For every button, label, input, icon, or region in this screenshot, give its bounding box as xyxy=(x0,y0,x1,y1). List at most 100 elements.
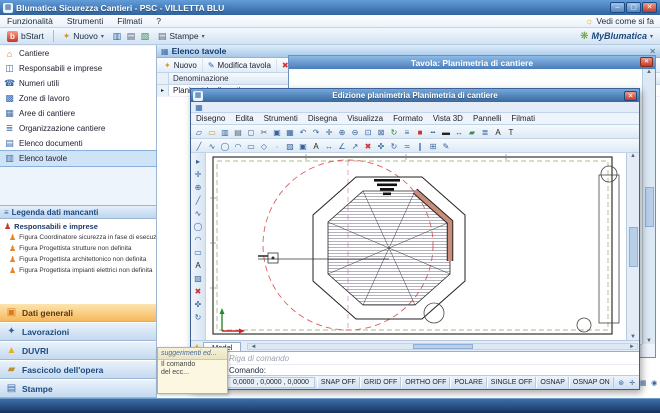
status-icon[interactable]: ◉ xyxy=(649,377,660,388)
sidebar-nav-item[interactable]: ⌂ Cantiere xyxy=(0,46,156,61)
command-input[interactable] xyxy=(269,366,639,375)
myblumatica-link[interactable]: ❋ MyBlumatica ▾ xyxy=(580,31,657,42)
cad-toolbar-icon[interactable]: ↗ xyxy=(349,140,361,152)
cad-toolbar-icon[interactable]: ⊕ xyxy=(336,126,348,138)
status-toggle[interactable]: ORTHO OFF xyxy=(401,377,450,388)
planimetria-icon[interactable]: ▦ xyxy=(193,101,205,113)
toolbar-icon[interactable]: ▥ xyxy=(110,31,124,42)
toolbar-icon[interactable]: ▤ xyxy=(124,31,138,42)
cad-toolbar-icon[interactable]: ∿ xyxy=(206,140,218,152)
sidebar-nav-item[interactable]: ☎ Numeri utili xyxy=(0,76,156,91)
elenco-toolbar-button[interactable]: ✦ Nuovo xyxy=(159,59,203,72)
cad-vertical-scrollbar[interactable]: ▲ ▼ xyxy=(626,153,639,340)
cad-menu-item[interactable]: Edita xyxy=(230,114,258,123)
cad-draw-tool-icon[interactable]: ✖ xyxy=(192,284,204,297)
cad-toolbar-icon[interactable]: ⊠ xyxy=(375,126,387,138)
legend-warning-item[interactable]: ♟ Figura Progettista strutture non defin… xyxy=(0,243,156,254)
cad-toolbar-icon[interactable]: T xyxy=(505,126,517,138)
sidebar-nav-item[interactable]: ▦ Aree di cantiere xyxy=(0,106,156,121)
cad-toolbar-icon[interactable]: ↻ xyxy=(388,126,400,138)
scrollbar-thumb[interactable] xyxy=(629,227,638,267)
sidebar-section-button[interactable]: ▰ Fascicolo dell'opera xyxy=(0,360,156,379)
sidebar-section-button[interactable]: ▤ Stampe xyxy=(0,379,156,398)
menu-item[interactable]: Filmati xyxy=(110,15,149,27)
cad-draw-tool-icon[interactable]: ✛ xyxy=(192,167,204,180)
cad-draw-tool-icon[interactable]: ╱ xyxy=(192,193,204,206)
status-toggle[interactable]: SINGLE OFF xyxy=(487,377,537,388)
cad-toolbar-icon[interactable]: ◇ xyxy=(258,140,270,152)
cad-menu-item[interactable]: Filmati xyxy=(506,114,540,123)
legend-warning-item[interactable]: ♟ Figura Progettista architettonico non … xyxy=(0,254,156,265)
cad-toolbar-icon[interactable]: ▬ xyxy=(440,126,452,138)
scroll-left-icon[interactable]: ◄ xyxy=(250,344,256,350)
cad-toolbar-icon[interactable]: ◻ xyxy=(245,126,257,138)
cad-toolbar-icon[interactable]: ↻ xyxy=(388,140,400,152)
sidebar-nav-item[interactable]: ▤ Elenco documenti xyxy=(0,136,156,151)
cad-toolbar-icon[interactable]: ✖ xyxy=(362,140,374,152)
stampe-button[interactable]: ▤ Stampe ▾ xyxy=(154,30,209,42)
cad-toolbar-icon[interactable]: A xyxy=(492,126,504,138)
status-toggle[interactable]: POLARE xyxy=(450,377,486,388)
cad-toolbar-icon[interactable]: ∙ xyxy=(271,140,283,152)
cad-toolbar-icon[interactable]: ╍ xyxy=(427,126,439,138)
cad-toolbar-icon[interactable]: ∠ xyxy=(336,140,348,152)
nuovo-button[interactable]: ✦ Nuovo ▾ xyxy=(59,30,108,42)
menu-item[interactable]: ? xyxy=(149,15,168,27)
status-toggle[interactable]: OSNAP xyxy=(536,377,569,388)
cad-toolbar-icon[interactable]: ◯ xyxy=(219,140,231,152)
cad-toolbar-icon[interactable]: ↔ xyxy=(323,140,335,152)
menu-item[interactable]: Funzionalità xyxy=(0,15,60,27)
cad-toolbar-icon[interactable]: ▥ xyxy=(219,126,231,138)
cad-draw-tool-icon[interactable]: ▨ xyxy=(192,271,204,284)
cad-toolbar-icon[interactable]: ▦ xyxy=(284,126,296,138)
cad-toolbar-icon[interactable]: ■ xyxy=(414,126,426,138)
cad-draw-tool-icon[interactable]: ↻ xyxy=(192,310,204,323)
cad-draw-tool-icon[interactable]: ▭ xyxy=(192,245,204,258)
scrollbar-thumb[interactable] xyxy=(413,344,473,349)
cad-draw-tool-icon[interactable]: ⊕ xyxy=(192,180,204,193)
cad-toolbar-icon[interactable]: ⊞ xyxy=(427,140,439,152)
cad-toolbar-icon[interactable]: ↷ xyxy=(310,126,322,138)
cad-draw-tool-icon[interactable]: ∿ xyxy=(192,206,204,219)
cad-toolbar-icon[interactable]: ✛ xyxy=(323,126,335,138)
close-button[interactable]: ✕ xyxy=(642,2,657,13)
cad-toolbar-icon[interactable]: ≡ xyxy=(401,126,413,138)
cad-toolbar-icon[interactable]: ▣ xyxy=(271,126,283,138)
cad-menu-item[interactable]: Strumenti xyxy=(259,114,303,123)
cad-draw-tool-icon[interactable]: ◯ xyxy=(192,219,204,232)
cad-toolbar-icon[interactable]: ▤ xyxy=(232,126,244,138)
maximize-button[interactable]: ▢ xyxy=(626,2,641,13)
cad-toolbar-icon[interactable]: ✂ xyxy=(258,126,270,138)
toolbar-icon[interactable]: ▧ xyxy=(138,31,152,42)
sidebar-nav-item[interactable]: ≣ Organizzazione cantiere xyxy=(0,121,156,136)
cad-draw-tool-icon[interactable]: ▸ xyxy=(192,154,204,167)
sidebar-nav-item[interactable]: ▥ Elenco tavole xyxy=(0,151,156,166)
cad-menu-item[interactable]: Pannelli xyxy=(468,114,506,123)
tavola-vertical-scrollbar[interactable]: ▲ ▼ xyxy=(642,69,655,344)
cad-draw-tool-icon[interactable]: ✜ xyxy=(192,297,204,310)
scrollbar-thumb[interactable] xyxy=(645,187,654,227)
sidebar-nav-item[interactable]: ▩ Zone di lavoro xyxy=(0,91,156,106)
cad-menu-item[interactable]: Vista 3D xyxy=(428,114,468,123)
scroll-right-icon[interactable]: ► xyxy=(629,344,635,350)
cad-toolbar-icon[interactable]: ↶ xyxy=(297,126,309,138)
bstart-button[interactable]: b bStart xyxy=(3,30,48,43)
cad-toolbar-icon[interactable]: ↔ xyxy=(453,126,465,138)
sidebar-section-button[interactable]: ▲ DUVRI xyxy=(0,341,156,360)
cad-toolbar-icon[interactable]: ▭ xyxy=(245,140,257,152)
sidebar-nav-item[interactable]: ◫ Responsabili e imprese xyxy=(0,61,156,76)
cad-toolbar-icon[interactable]: A xyxy=(310,140,322,152)
cad-toolbar-icon[interactable]: ✎ xyxy=(440,140,452,152)
scroll-down-icon[interactable]: ▼ xyxy=(646,338,652,344)
cad-toolbar-icon[interactable]: ⊡ xyxy=(362,126,374,138)
cad-toolbar-icon[interactable]: ▭ xyxy=(206,126,218,138)
cad-toolbar-icon[interactable]: ╱ xyxy=(193,140,205,152)
status-toggle[interactable]: OSNAP ON xyxy=(569,377,614,388)
cad-toolbar-icon[interactable]: ≍ xyxy=(401,140,413,152)
legend-warning-item[interactable]: ♟ Figura Coordinatore sicurezza in fase … xyxy=(0,232,156,243)
cad-toolbar-icon[interactable]: ▨ xyxy=(284,140,296,152)
column-header[interactable]: Denominazione xyxy=(169,74,229,83)
cad-toolbar-icon[interactable]: ∥ xyxy=(414,140,426,152)
cad-close-button[interactable]: ✕ xyxy=(624,91,637,101)
cad-toolbar-icon[interactable]: ⊖ xyxy=(349,126,361,138)
